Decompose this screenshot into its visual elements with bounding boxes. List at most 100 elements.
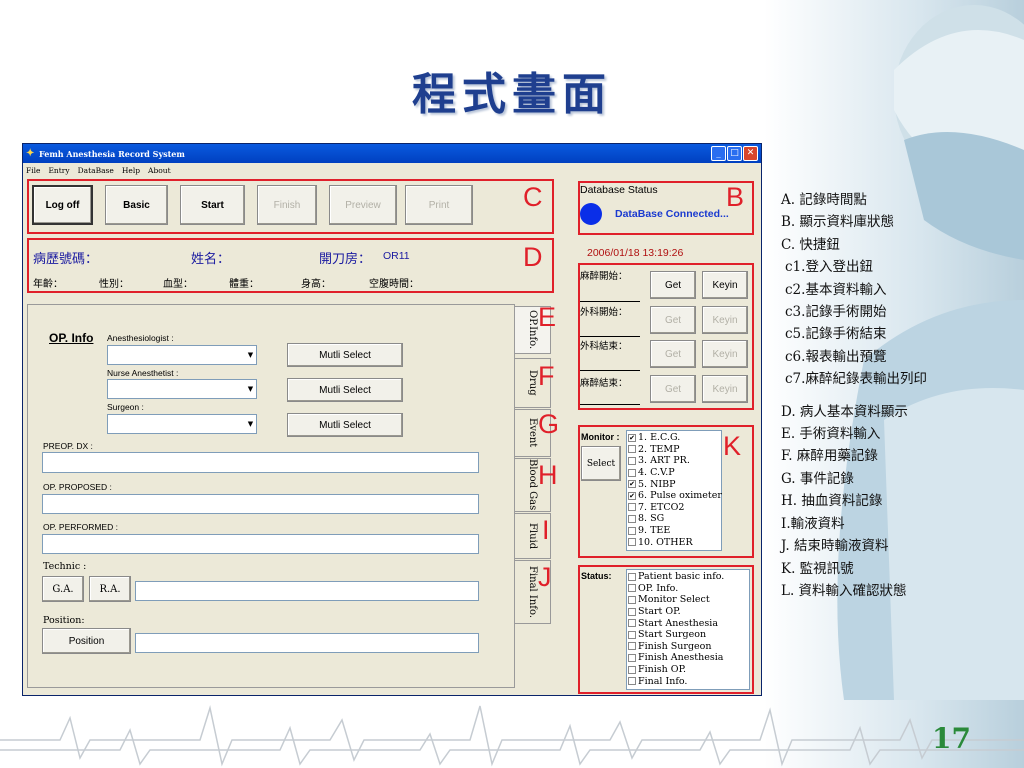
nurse-multi-select-button[interactable]: Mutli Select: [287, 378, 403, 402]
basic-button[interactable]: Basic: [105, 185, 168, 225]
finish-button[interactable]: Finish: [257, 185, 317, 225]
position-button[interactable]: Position: [42, 628, 131, 654]
status-checkbox[interactable]: [628, 630, 636, 639]
status-checkbox[interactable]: [628, 653, 636, 662]
monitor-checkbox-row[interactable]: ✔ 1. E.C.G.: [628, 432, 722, 444]
monitor-checkbox[interactable]: [628, 538, 636, 547]
monitor-checkbox[interactable]: [628, 526, 636, 535]
keyin-button[interactable]: Keyin: [702, 375, 748, 403]
weight-label: 體重：: [229, 279, 259, 290]
status-checkbox[interactable]: [628, 642, 636, 651]
time-point-underline: [580, 301, 640, 302]
status-checkbox-row[interactable]: Finish Anesthesia: [628, 652, 724, 664]
start-button[interactable]: Start: [180, 185, 245, 225]
ga-button[interactable]: G.A.: [42, 576, 84, 602]
status-checkbox-row[interactable]: Finish Surgeon: [628, 641, 724, 653]
monitor-checkbox-row[interactable]: 2. TEMP: [628, 444, 722, 456]
sex-label: 性別：: [99, 279, 129, 290]
monitor-checkbox-row[interactable]: ✔ 5. NIBP: [628, 478, 722, 490]
nurse-anesthetist-select[interactable]: ▼: [107, 379, 257, 399]
anesthesiologist-multi-select-button[interactable]: Mutli Select: [287, 343, 403, 367]
monitor-checkbox-label: 7. ETCO2: [638, 501, 685, 513]
status-checkbox[interactable]: [628, 619, 636, 628]
technic-input[interactable]: [135, 581, 479, 601]
status-checkbox[interactable]: [628, 572, 636, 581]
preview-button[interactable]: Preview: [329, 185, 397, 225]
monitor-checkbox[interactable]: [628, 456, 636, 465]
monitor-checkbox-label: 5. NIBP: [638, 478, 676, 490]
legend-item: c6.報表輸出預覽: [785, 348, 887, 365]
surgeon-select[interactable]: ▼: [107, 414, 257, 434]
monitor-select-button[interactable]: Select: [581, 446, 621, 481]
monitor-checkbox-row[interactable]: 9. TEE: [628, 525, 722, 537]
age-label: 年齡：: [33, 279, 63, 290]
keyin-button[interactable]: Keyin: [702, 340, 748, 368]
legend-item: J. 結束時輸液資料: [781, 538, 889, 555]
maximize-button[interactable]: □: [727, 146, 742, 161]
op-proposed-input[interactable]: [42, 494, 479, 514]
status-checkbox-label: Start Anesthesia: [638, 617, 718, 629]
preop-dx-input[interactable]: [42, 452, 479, 473]
keyin-button[interactable]: Keyin: [702, 306, 748, 334]
status-checkbox-row[interactable]: Finish OP.: [628, 664, 724, 676]
height-label: 身高：: [301, 279, 331, 290]
monitor-checkbox-row[interactable]: ✔ 6. Pulse oximeter: [628, 490, 722, 502]
close-button[interactable]: ✕: [743, 146, 758, 161]
legend-item: c7.麻醉紀錄表輸出列印: [785, 371, 927, 388]
get-button[interactable]: Get: [650, 306, 696, 334]
monitor-checkbox-row[interactable]: 7. ETCO2: [628, 502, 722, 514]
menu-database[interactable]: DataBase: [78, 166, 114, 175]
status-checkbox-row[interactable]: Final Info.: [628, 675, 724, 687]
monitor-checkbox-row[interactable]: 10. OTHER: [628, 536, 722, 548]
monitor-checkbox[interactable]: [628, 514, 636, 523]
status-checkbox[interactable]: [628, 584, 636, 593]
status-checkbox[interactable]: [628, 665, 636, 674]
position-input[interactable]: [135, 633, 479, 653]
monitor-checkbox[interactable]: ✔: [628, 480, 636, 489]
menu-entry[interactable]: Entry: [48, 166, 69, 175]
status-checkbox[interactable]: [628, 595, 636, 604]
ra-button[interactable]: R.A.: [89, 576, 131, 602]
op-performed-input[interactable]: [42, 534, 479, 554]
monitor-checkbox-row[interactable]: 3. ART PR.: [628, 455, 722, 467]
status-checkbox[interactable]: [628, 607, 636, 616]
legend-item: L. 資料輸入確認狀態: [781, 582, 907, 599]
window-title: Femh Anesthesia Record System: [39, 148, 185, 159]
time-point-label: 外科結束：: [580, 341, 628, 352]
get-button[interactable]: Get: [650, 271, 696, 299]
time-point-underline: [580, 404, 640, 405]
get-button[interactable]: Get: [650, 375, 696, 403]
surgeon-multi-select-button[interactable]: Mutli Select: [287, 413, 403, 437]
status-checkbox[interactable]: [628, 677, 636, 686]
anesthesiologist-select[interactable]: ▼: [107, 345, 257, 365]
monitor-checkbox[interactable]: [628, 445, 636, 454]
menu-help[interactable]: Help: [122, 166, 140, 175]
status-checkbox-row[interactable]: Start Surgeon: [628, 629, 724, 641]
monitor-checkbox[interactable]: [628, 503, 636, 512]
monitor-checkbox-row[interactable]: 8. SG: [628, 513, 722, 525]
status-checkbox-row[interactable]: OP. Info.: [628, 583, 724, 595]
monitor-checkbox[interactable]: [628, 468, 636, 477]
slide-title: 程式畫面: [412, 69, 612, 120]
monitor-checkbox[interactable]: ✔: [628, 491, 636, 500]
status-checkbox-row[interactable]: Start Anesthesia: [628, 617, 724, 629]
monitor-checkbox[interactable]: ✔: [628, 433, 636, 442]
minimize-button[interactable]: _: [711, 146, 726, 161]
blood-type-label: 血型：: [163, 279, 193, 290]
monitor-checkbox-row[interactable]: 4. C.V.P: [628, 467, 722, 479]
print-button[interactable]: Print: [405, 185, 473, 225]
logoff-button[interactable]: Log off: [32, 185, 93, 225]
keyin-button[interactable]: Keyin: [702, 271, 748, 299]
menu-file[interactable]: File: [26, 166, 40, 175]
legend-item: c1.登入登出鈕: [785, 259, 873, 276]
status-checkbox-row[interactable]: Monitor Select: [628, 594, 724, 606]
status-checkbox-label: Start Surgeon: [638, 629, 707, 641]
status-checkbox-row[interactable]: Start OP.: [628, 606, 724, 618]
menu-about[interactable]: About: [148, 166, 171, 175]
window-titlebar[interactable]: ✦ Femh Anesthesia Record System: [23, 144, 761, 163]
status-checkbox-label: Finish Anesthesia: [638, 652, 724, 664]
ecg-line-decoration: [0, 705, 1024, 767]
get-button[interactable]: Get: [650, 340, 696, 368]
status-checkbox-row[interactable]: Patient basic info.: [628, 571, 724, 583]
op-performed-label: OP. PERFORMED :: [43, 522, 118, 532]
